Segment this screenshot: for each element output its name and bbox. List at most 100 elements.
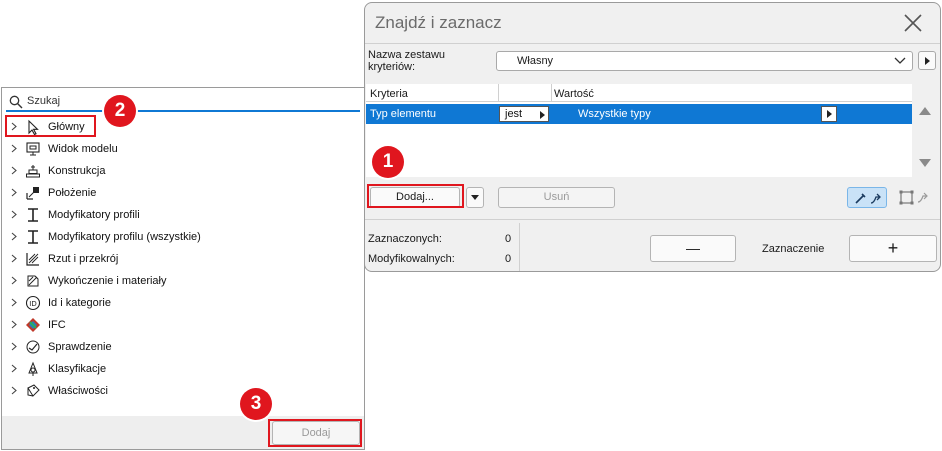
chevron-right-icon[interactable] — [10, 210, 18, 219]
chevron-right-icon[interactable] — [10, 188, 18, 197]
callout-highlight-add — [367, 184, 464, 208]
position-icon — [26, 187, 39, 200]
tree-item[interactable]: Modyfikatory profili — [2, 205, 364, 225]
separator — [365, 43, 940, 44]
tree-item-label: Rzut i przekrój — [48, 253, 119, 265]
column-divider — [498, 84, 499, 102]
profile-all-icon — [28, 230, 38, 244]
search-placeholder: Szukaj — [27, 95, 61, 107]
column-divider — [551, 84, 552, 102]
table-header: Kryteria Wartość — [366, 84, 912, 102]
chevron-right-icon[interactable] — [10, 342, 18, 351]
chevron-right-icon[interactable] — [10, 320, 18, 329]
column-value: Wartość — [554, 88, 594, 100]
scroll-down-icon[interactable] — [919, 159, 931, 167]
svg-text:ID: ID — [29, 300, 36, 308]
set-options-button[interactable] — [918, 51, 936, 70]
callout-highlight-popup-add — [268, 419, 362, 447]
separator — [365, 219, 940, 220]
value-picker-button[interactable] — [821, 106, 837, 122]
play-icon — [924, 56, 930, 65]
marquee-select-button[interactable] — [897, 187, 937, 208]
tree-item-label: Położenie — [48, 187, 97, 199]
set-name-dropdown[interactable]: Własny — [496, 51, 913, 71]
tree-item[interactable]: Konstrukcja — [2, 161, 364, 181]
tree-item-label: Modyfikatory profili — [48, 209, 140, 221]
find-select-dialog: Znajdź i zaznacz Nazwa zestawu kryteriów… — [364, 2, 941, 272]
chevron-down-icon — [471, 195, 479, 200]
value-cell: Wszystkie typy — [578, 108, 651, 120]
tree-item-label: Klasyfikacje — [48, 363, 107, 375]
chevron-right-icon[interactable] — [10, 276, 18, 285]
editable-count-label: Modyfikowalnych: — [368, 253, 455, 265]
tree-item-label: Sprawdzenie — [48, 341, 112, 353]
search-icon — [9, 95, 23, 109]
callout-badge-3: 3 — [240, 388, 272, 420]
construction-icon — [26, 165, 40, 178]
model-view-icon — [26, 142, 40, 156]
table-row[interactable]: Typ elementu jest Wszystkie typy — [366, 104, 912, 124]
tree-item-label: Konstrukcja — [48, 165, 106, 177]
tree-item[interactable]: ID Id i kategorie — [2, 293, 364, 313]
add-dropdown-button[interactable] — [466, 187, 484, 208]
chevron-down-icon — [894, 57, 906, 64]
search-input[interactable]: Szukaj — [6, 92, 360, 112]
operator-value: jest — [505, 108, 523, 120]
marquee-icon — [899, 190, 928, 205]
tree-item[interactable]: IFC — [2, 315, 364, 335]
profile-icon — [28, 208, 38, 222]
tree-item-label: Właściwości — [48, 385, 108, 397]
tree-item-label: Id i kategorie — [48, 297, 111, 309]
column-criteria: Kryteria — [370, 88, 408, 100]
editable-count-value: 0 — [505, 253, 512, 265]
tree-item-label: IFC — [48, 319, 66, 331]
selection-label: Zaznaczenie — [762, 243, 825, 255]
tree-item[interactable]: Modyfikatory profilu (wszystkie) — [2, 227, 364, 247]
chevron-right-icon[interactable] — [10, 144, 18, 153]
chevron-right-icon[interactable] — [10, 386, 18, 395]
criterion-cell: Typ elementu — [370, 108, 437, 120]
tree-item[interactable]: Sprawdzenie — [2, 337, 364, 357]
tree-item[interactable]: Właściwości — [2, 381, 364, 401]
tree-item-label: Wykończenie i materiały — [48, 275, 167, 287]
tree-item[interactable]: Wykończenie i materiały — [2, 271, 364, 291]
remove-criteria-button[interactable]: Usuń — [498, 187, 615, 208]
tree-item-label: Widok modelu — [48, 143, 118, 155]
set-name-label: Nazwa zestawu kryteriów: — [368, 49, 446, 73]
materials-icon — [27, 275, 39, 287]
select-button[interactable]: + — [849, 235, 937, 262]
properties-icon — [27, 384, 40, 397]
chevron-right-icon[interactable] — [10, 364, 18, 373]
deselect-button[interactable]: — — [650, 235, 736, 262]
eyedropper-icon — [855, 193, 881, 204]
play-icon — [540, 111, 545, 119]
tree-item[interactable]: Widok modelu — [2, 139, 364, 159]
id-icon: ID — [25, 295, 41, 311]
callout-badge-2: 2 — [104, 95, 136, 127]
chevron-right-icon[interactable] — [10, 166, 18, 175]
callout-highlight-main — [5, 115, 96, 137]
separator — [519, 223, 520, 271]
plan-section-icon — [26, 253, 39, 266]
selected-count-label: Zaznaczonych: — [368, 233, 442, 245]
criteria-table: Kryteria Wartość Typ elementu jest Wszys… — [366, 84, 912, 177]
tree-item[interactable]: Rzut i przekrój — [2, 249, 364, 269]
pick-from-model-button[interactable] — [847, 187, 887, 208]
tree-item-label: Modyfikatory profilu (wszystkie) — [48, 231, 201, 243]
selected-count-value: 0 — [505, 233, 512, 245]
tree-item[interactable]: Klasyfikacje — [2, 359, 364, 379]
chevron-right-icon[interactable] — [10, 254, 18, 263]
ifc-icon — [26, 318, 40, 332]
operator-dropdown[interactable]: jest — [499, 106, 549, 122]
classification-icon — [28, 361, 38, 376]
set-name-value: Własny — [517, 55, 554, 67]
chevron-right-icon[interactable] — [10, 298, 18, 307]
callout-badge-1: 1 — [372, 146, 404, 178]
play-icon — [826, 110, 832, 118]
tree-item[interactable]: Położenie — [2, 183, 364, 203]
criteria-popup: Szukaj Główny Widok modelu Konstrukcja Poło… — [1, 87, 365, 450]
close-icon[interactable] — [902, 12, 924, 34]
chevron-right-icon[interactable] — [10, 232, 18, 241]
dialog-title: Znajdź i zaznacz — [375, 13, 502, 32]
scroll-up-icon[interactable] — [919, 107, 931, 115]
